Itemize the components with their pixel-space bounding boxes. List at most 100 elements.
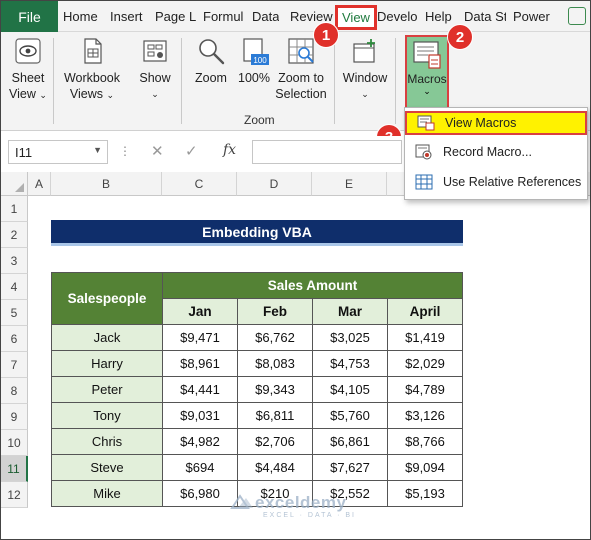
chevron-down-icon: ⌄	[151, 89, 159, 99]
zoom-label: Zoom	[195, 71, 227, 85]
header-month-mar: Mar	[312, 298, 388, 325]
tab-file[interactable]: File	[1, 1, 58, 32]
exceldemy-logo-icon	[230, 494, 253, 509]
cancel-icon[interactable]: ✕	[151, 142, 164, 160]
sales-cell: $4,753	[312, 350, 388, 377]
row-header-4[interactable]: 4	[1, 274, 28, 300]
tab-developer[interactable]: Develo	[377, 1, 419, 32]
header-month-april: April	[387, 298, 463, 325]
sales-cell: $6,980	[162, 480, 238, 507]
tab-view[interactable]: View	[335, 5, 377, 30]
show-button[interactable]: Show ⌄	[135, 36, 175, 102]
column-header-d[interactable]: D	[237, 172, 312, 196]
tab-help[interactable]: Help	[425, 1, 452, 32]
formula-input[interactable]	[252, 140, 402, 164]
macros-icon	[413, 41, 441, 69]
tab-home[interactable]: Home	[63, 1, 98, 32]
tab-data-streamer[interactable]: Data St	[464, 1, 506, 32]
insert-function-icon[interactable]: fx	[223, 142, 236, 158]
ribbon-tab-bar: File Home Insert Page L Formul Data Revi…	[1, 1, 590, 32]
sales-cell: $6,861	[312, 428, 388, 455]
macros-dropdown-menu: View Macros Record Macro... Use Relative…	[404, 107, 588, 200]
relative-references-icon	[415, 174, 433, 190]
column-header-c[interactable]: C	[162, 172, 237, 196]
watermark-logo-text: exceldemy	[255, 493, 347, 512]
sheet-view-icon	[15, 38, 41, 64]
show-icon	[143, 40, 167, 62]
record-macro-icon	[415, 144, 433, 160]
workbook-views-label-1: Workbook	[63, 71, 121, 85]
worksheet-grid: A B C D E F 1 2 3 4 5 6 7 8 9 10 11 12 E…	[1, 172, 590, 539]
window-label: Window	[342, 71, 388, 85]
zoom-100-button[interactable]: 100 100%	[235, 36, 273, 86]
row-header-3[interactable]: 3	[1, 248, 28, 274]
row-header-7[interactable]: 7	[1, 352, 28, 378]
sales-cell: $4,789	[387, 376, 463, 403]
column-header-e[interactable]: E	[312, 172, 387, 196]
sales-cell: $9,031	[162, 402, 238, 429]
salesperson-cell: Chris	[51, 428, 163, 455]
new-window-icon	[353, 39, 375, 63]
sales-cell: $694	[162, 454, 238, 481]
row-header-5[interactable]: 5	[1, 300, 28, 326]
column-header-b[interactable]: B	[51, 172, 162, 196]
sheet-view-button[interactable]: Sheet View ⌄	[7, 36, 49, 103]
row-header-11[interactable]: 11	[1, 456, 28, 482]
macros-button[interactable]: Macros ⌄	[405, 35, 449, 111]
zoom-button[interactable]: Zoom	[191, 36, 231, 86]
header-month-jan: Jan	[162, 298, 238, 325]
row-header-9[interactable]: 9	[1, 404, 28, 430]
sales-cell: $3,126	[387, 402, 463, 429]
sales-cell: $8,083	[237, 350, 313, 377]
menu-item-label: Record Macro...	[443, 145, 532, 159]
tab-insert[interactable]: Insert	[110, 1, 143, 32]
sales-cell: $4,982	[162, 428, 238, 455]
name-box-value: I11	[15, 145, 33, 160]
menu-item-use-relative-references[interactable]: Use Relative References	[405, 170, 587, 194]
comments-icon[interactable]	[568, 7, 586, 25]
row-header-2[interactable]: 2	[1, 222, 28, 248]
tab-power[interactable]: Power	[513, 1, 550, 32]
sales-cell: $9,471	[162, 324, 238, 351]
sales-cell: $8,766	[387, 428, 463, 455]
header-salespeople: Salespeople	[51, 272, 163, 325]
name-box[interactable]: I11 ▼	[8, 140, 108, 164]
row-header-10[interactable]: 10	[1, 430, 28, 456]
row-header-12[interactable]: 12	[1, 482, 28, 508]
tab-formulas[interactable]: Formul	[203, 1, 247, 32]
workbook-views-button[interactable]: Workbook Views ⌄	[59, 36, 125, 103]
zoom-100-label: 100%	[238, 71, 270, 85]
sales-cell: $6,811	[237, 402, 313, 429]
salesperson-cell: Mike	[51, 480, 163, 507]
tab-page-layout[interactable]: Page L	[155, 1, 198, 32]
header-sales-amount: Sales Amount	[162, 272, 463, 299]
macros-label: Macros	[407, 72, 447, 86]
zoom-to-selection-label-1: Zoom to	[278, 71, 324, 85]
enter-icon[interactable]: ✓	[185, 142, 198, 160]
row-header-1[interactable]: 1	[1, 196, 28, 222]
window-button[interactable]: Window ⌄	[341, 36, 389, 102]
sales-cell: $5,760	[312, 402, 388, 429]
menu-item-record-macro[interactable]: Record Macro...	[405, 140, 587, 164]
sales-cell: $4,441	[162, 376, 238, 403]
ribbon-divider	[395, 38, 396, 124]
magnifier-icon	[199, 39, 225, 65]
select-all-corner[interactable]	[1, 172, 28, 196]
sales-cell: $4,105	[312, 376, 388, 403]
tab-data[interactable]: Data	[252, 1, 279, 32]
view-macros-icon	[417, 115, 435, 131]
salesperson-cell: Tony	[51, 402, 163, 429]
row-header-6[interactable]: 6	[1, 326, 28, 352]
zoom-100-badge: 100	[253, 56, 267, 65]
sales-cell: $7,627	[312, 454, 388, 481]
sales-cell: $2,706	[237, 428, 313, 455]
column-header-a[interactable]: A	[28, 172, 51, 196]
chevron-down-icon[interactable]: ▼	[93, 145, 102, 155]
sales-cell: $9,094	[387, 454, 463, 481]
chevron-down-icon: ⌄	[106, 90, 115, 100]
more-options-icon[interactable]: ⋮	[119, 144, 131, 158]
row-header-8[interactable]: 8	[1, 378, 28, 404]
menu-item-view-macros[interactable]: View Macros	[405, 111, 587, 135]
salesperson-cell: Peter	[51, 376, 163, 403]
sheet-title: Embedding VBA	[51, 220, 463, 246]
